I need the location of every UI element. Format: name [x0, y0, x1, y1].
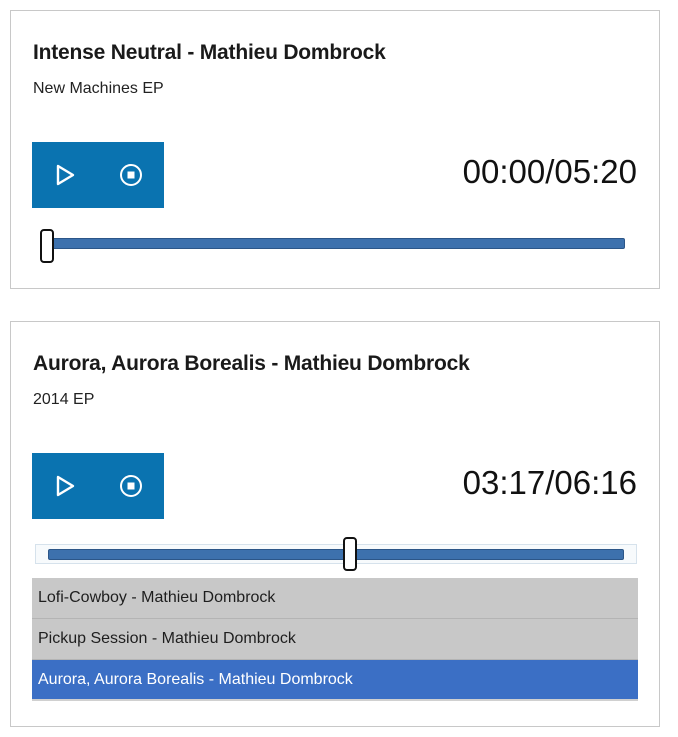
play-icon	[56, 164, 75, 186]
playlist: Lofi-Cowboy - Mathieu Dombrock Pickup Se…	[32, 578, 638, 701]
stop-button[interactable]	[98, 453, 164, 519]
playback-controls	[32, 453, 164, 519]
playlist-item-active[interactable]: Aurora, Aurora Borealis - Mathieu Dombro…	[32, 660, 638, 701]
playlist-item[interactable]: Lofi-Cowboy - Mathieu Dombrock	[32, 578, 638, 619]
audio-player-2: Aurora, Aurora Borealis - Mathieu Dombro…	[10, 321, 660, 727]
playback-controls	[32, 142, 164, 208]
progress-slider[interactable]	[35, 229, 637, 263]
track-title: Aurora, Aurora Borealis - Mathieu Dombro…	[33, 352, 470, 375]
play-button[interactable]	[32, 142, 98, 208]
album-name: New Machines EP	[33, 80, 164, 97]
play-icon	[56, 475, 75, 497]
progress-thumb[interactable]	[342, 537, 357, 571]
playlist-item[interactable]: Pickup Session - Mathieu Dombrock	[32, 619, 638, 660]
progress-thumb[interactable]	[40, 229, 54, 263]
stop-icon	[120, 164, 142, 186]
time-display: 03:17/06:16	[462, 464, 637, 501]
progress-track[interactable]	[47, 238, 625, 249]
progress-slider[interactable]	[35, 537, 637, 571]
track-title: Intense Neutral - Mathieu Dombrock	[33, 41, 386, 64]
time-display: 00:00/05:20	[462, 153, 637, 190]
stop-icon	[120, 475, 142, 497]
stop-button[interactable]	[98, 142, 164, 208]
album-name: 2014 EP	[33, 391, 95, 408]
audio-player-1: Intense Neutral - Mathieu Dombrock New M…	[10, 10, 660, 289]
play-button[interactable]	[32, 453, 98, 519]
progress-track[interactable]	[48, 549, 624, 560]
